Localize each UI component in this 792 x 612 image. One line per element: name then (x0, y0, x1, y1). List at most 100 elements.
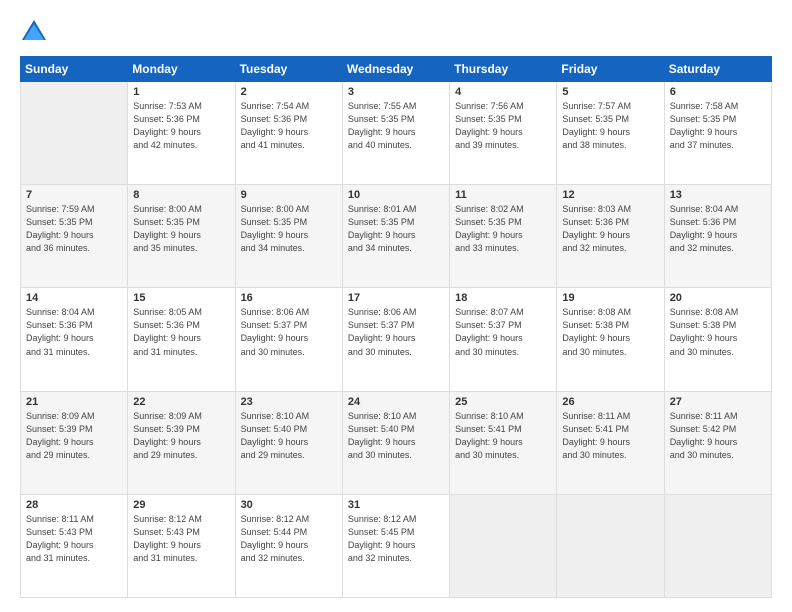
day-info: Sunrise: 7:55 AM Sunset: 5:35 PM Dayligh… (348, 100, 444, 152)
calendar-cell-w2-d2: 16Sunrise: 8:06 AM Sunset: 5:37 PM Dayli… (235, 288, 342, 391)
day-info: Sunrise: 8:11 AM Sunset: 5:41 PM Dayligh… (562, 410, 658, 462)
col-header-tuesday: Tuesday (235, 57, 342, 82)
day-number: 13 (670, 189, 766, 201)
calendar-cell-w0-d4: 4Sunrise: 7:56 AM Sunset: 5:35 PM Daylig… (450, 82, 557, 185)
calendar-cell-w2-d5: 19 Sunrise: 8:08 AM Sunset: 5:38 PM Dayli… (557, 288, 664, 391)
calendar-cell-w2-d0: 14Sunrise: 8:04 AM Sunset: 5:36 PM Dayli… (21, 288, 128, 391)
calendar-week-3: 21 Sunrise: 8:09 AM Sunset: 5:39 PM Dayli… (21, 391, 772, 494)
day-info: Sunrise: 8:10 AM Sunset: 5:41 PM Dayligh… (455, 410, 551, 462)
logo (20, 18, 52, 46)
calendar-week-2: 14Sunrise: 8:04 AM Sunset: 5:36 PM Dayli… (21, 288, 772, 391)
day-info: Sunrise: 8:11 AM Sunset: 5:43 PM Dayligh… (26, 513, 122, 565)
day-info: Sunrise: 8:06 AM Sunset: 5:37 PM Dayligh… (348, 306, 444, 358)
calendar-cell-w1-d2: 9Sunrise: 8:00 AM Sunset: 5:35 PM Daylig… (235, 185, 342, 288)
day-info: Sunrise: 8:10 AM Sunset: 5:40 PM Dayligh… (348, 410, 444, 462)
calendar-cell-w1-d6: 13 Sunrise: 8:04 AM Sunset: 5:36 PM Dayli… (664, 185, 771, 288)
day-info: Sunrise: 8:08 AM Sunset: 5:38 PM Dayligh… (670, 306, 766, 358)
calendar-cell-w3-d0: 21 Sunrise: 8:09 AM Sunset: 5:39 PM Dayli… (21, 391, 128, 494)
day-info: Sunrise: 8:06 AM Sunset: 5:37 PM Dayligh… (241, 306, 337, 358)
calendar-cell-w3-d6: 27 Sunrise: 8:11 AM Sunset: 5:42 PM Dayli… (664, 391, 771, 494)
calendar-cell-w3-d1: 22 Sunrise: 8:09 AM Sunset: 5:39 PM Dayli… (128, 391, 235, 494)
col-header-wednesday: Wednesday (342, 57, 449, 82)
day-number: 30 (241, 499, 337, 511)
page: SundayMondayTuesdayWednesdayThursdayFrid… (0, 0, 792, 612)
calendar-cell-w4-d6 (664, 494, 771, 597)
calendar-cell-w0-d3: 3Sunrise: 7:55 AM Sunset: 5:35 PM Daylig… (342, 82, 449, 185)
calendar-cell-w1-d4: 11 Sunrise: 8:02 AM Sunset: 5:35 PM Dayli… (450, 185, 557, 288)
day-info: Sunrise: 8:05 AM Sunset: 5:36 PM Dayligh… (133, 306, 229, 358)
calendar-cell-w4-d0: 28 Sunrise: 8:11 AM Sunset: 5:43 PM Dayli… (21, 494, 128, 597)
calendar-cell-w1-d1: 8 Sunrise: 8:00 AM Sunset: 5:35 PM Daylig… (128, 185, 235, 288)
day-info: Sunrise: 8:12 AM Sunset: 5:43 PM Dayligh… (133, 513, 229, 565)
col-header-thursday: Thursday (450, 57, 557, 82)
calendar-cell-w1-d3: 10 Sunrise: 8:01 AM Sunset: 5:35 PM Dayli… (342, 185, 449, 288)
logo-icon (20, 18, 48, 46)
calendar-cell-w0-d6: 6 Sunrise: 7:58 AM Sunset: 5:35 PM Daylig… (664, 82, 771, 185)
day-info: Sunrise: 7:56 AM Sunset: 5:35 PM Dayligh… (455, 100, 551, 152)
day-info: Sunrise: 7:54 AM Sunset: 5:36 PM Dayligh… (241, 100, 337, 152)
day-info: Sunrise: 8:08 AM Sunset: 5:38 PM Dayligh… (562, 306, 658, 358)
day-info: Sunrise: 8:07 AM Sunset: 5:37 PM Dayligh… (455, 306, 551, 358)
calendar-cell-w4-d1: 29 Sunrise: 8:12 AM Sunset: 5:43 PM Dayli… (128, 494, 235, 597)
day-number: 10 (348, 189, 444, 201)
day-number: 6 (670, 86, 766, 98)
calendar-cell-w4-d2: 30 Sunrise: 8:12 AM Sunset: 5:44 PM Dayli… (235, 494, 342, 597)
day-info: Sunrise: 8:12 AM Sunset: 5:45 PM Dayligh… (348, 513, 444, 565)
calendar-cell-w4-d5 (557, 494, 664, 597)
day-info: Sunrise: 8:09 AM Sunset: 5:39 PM Dayligh… (133, 410, 229, 462)
day-number: 17 (348, 292, 444, 304)
calendar-cell-w3-d3: 24 Sunrise: 8:10 AM Sunset: 5:40 PM Dayli… (342, 391, 449, 494)
day-number: 24 (348, 396, 444, 408)
day-info: Sunrise: 7:58 AM Sunset: 5:35 PM Dayligh… (670, 100, 766, 152)
calendar-week-0: 1 Sunrise: 7:53 AM Sunset: 5:36 PM Daylig… (21, 82, 772, 185)
day-number: 18 (455, 292, 551, 304)
day-number: 21 (26, 396, 122, 408)
header (20, 18, 772, 46)
day-info: Sunrise: 8:12 AM Sunset: 5:44 PM Dayligh… (241, 513, 337, 565)
calendar-cell-w1-d5: 12Sunrise: 8:03 AM Sunset: 5:36 PM Dayli… (557, 185, 664, 288)
calendar-cell-w0-d1: 1 Sunrise: 7:53 AM Sunset: 5:36 PM Daylig… (128, 82, 235, 185)
day-number: 15 (133, 292, 229, 304)
day-number: 22 (133, 396, 229, 408)
calendar-cell-w0-d2: 2Sunrise: 7:54 AM Sunset: 5:36 PM Daylig… (235, 82, 342, 185)
day-number: 31 (348, 499, 444, 511)
day-info: Sunrise: 8:09 AM Sunset: 5:39 PM Dayligh… (26, 410, 122, 462)
day-number: 5 (562, 86, 658, 98)
day-number: 1 (133, 86, 229, 98)
day-info: Sunrise: 8:02 AM Sunset: 5:35 PM Dayligh… (455, 203, 551, 255)
calendar-cell-w3-d4: 25Sunrise: 8:10 AM Sunset: 5:41 PM Dayli… (450, 391, 557, 494)
day-info: Sunrise: 7:57 AM Sunset: 5:35 PM Dayligh… (562, 100, 658, 152)
day-number: 7 (26, 189, 122, 201)
calendar-cell-w0-d5: 5 Sunrise: 7:57 AM Sunset: 5:35 PM Daylig… (557, 82, 664, 185)
calendar-table: SundayMondayTuesdayWednesdayThursdayFrid… (20, 56, 772, 598)
day-info: Sunrise: 8:03 AM Sunset: 5:36 PM Dayligh… (562, 203, 658, 255)
col-header-sunday: Sunday (21, 57, 128, 82)
calendar-cell-w2-d3: 17 Sunrise: 8:06 AM Sunset: 5:37 PM Dayli… (342, 288, 449, 391)
col-header-saturday: Saturday (664, 57, 771, 82)
day-info: Sunrise: 8:00 AM Sunset: 5:35 PM Dayligh… (241, 203, 337, 255)
col-header-monday: Monday (128, 57, 235, 82)
day-number: 27 (670, 396, 766, 408)
day-number: 19 (562, 292, 658, 304)
calendar-cell-w3-d2: 23Sunrise: 8:10 AM Sunset: 5:40 PM Dayli… (235, 391, 342, 494)
day-number: 26 (562, 396, 658, 408)
day-number: 8 (133, 189, 229, 201)
calendar-cell-w1-d0: 7 Sunrise: 7:59 AM Sunset: 5:35 PM Daylig… (21, 185, 128, 288)
day-number: 28 (26, 499, 122, 511)
day-number: 14 (26, 292, 122, 304)
calendar-week-1: 7 Sunrise: 7:59 AM Sunset: 5:35 PM Daylig… (21, 185, 772, 288)
day-info: Sunrise: 8:10 AM Sunset: 5:40 PM Dayligh… (241, 410, 337, 462)
day-info: Sunrise: 8:01 AM Sunset: 5:35 PM Dayligh… (348, 203, 444, 255)
day-number: 11 (455, 189, 551, 201)
day-info: Sunrise: 8:00 AM Sunset: 5:35 PM Dayligh… (133, 203, 229, 255)
day-number: 29 (133, 499, 229, 511)
col-header-friday: Friday (557, 57, 664, 82)
calendar-cell-w2-d1: 15 Sunrise: 8:05 AM Sunset: 5:36 PM Dayli… (128, 288, 235, 391)
day-info: Sunrise: 7:59 AM Sunset: 5:35 PM Dayligh… (26, 203, 122, 255)
calendar-cell-w4-d4 (450, 494, 557, 597)
day-info: Sunrise: 8:11 AM Sunset: 5:42 PM Dayligh… (670, 410, 766, 462)
calendar-cell-w3-d5: 26 Sunrise: 8:11 AM Sunset: 5:41 PM Dayli… (557, 391, 664, 494)
day-info: Sunrise: 8:04 AM Sunset: 5:36 PM Dayligh… (670, 203, 766, 255)
calendar-cell-w2-d4: 18 Sunrise: 8:07 AM Sunset: 5:37 PM Dayli… (450, 288, 557, 391)
day-info: Sunrise: 7:53 AM Sunset: 5:36 PM Dayligh… (133, 100, 229, 152)
